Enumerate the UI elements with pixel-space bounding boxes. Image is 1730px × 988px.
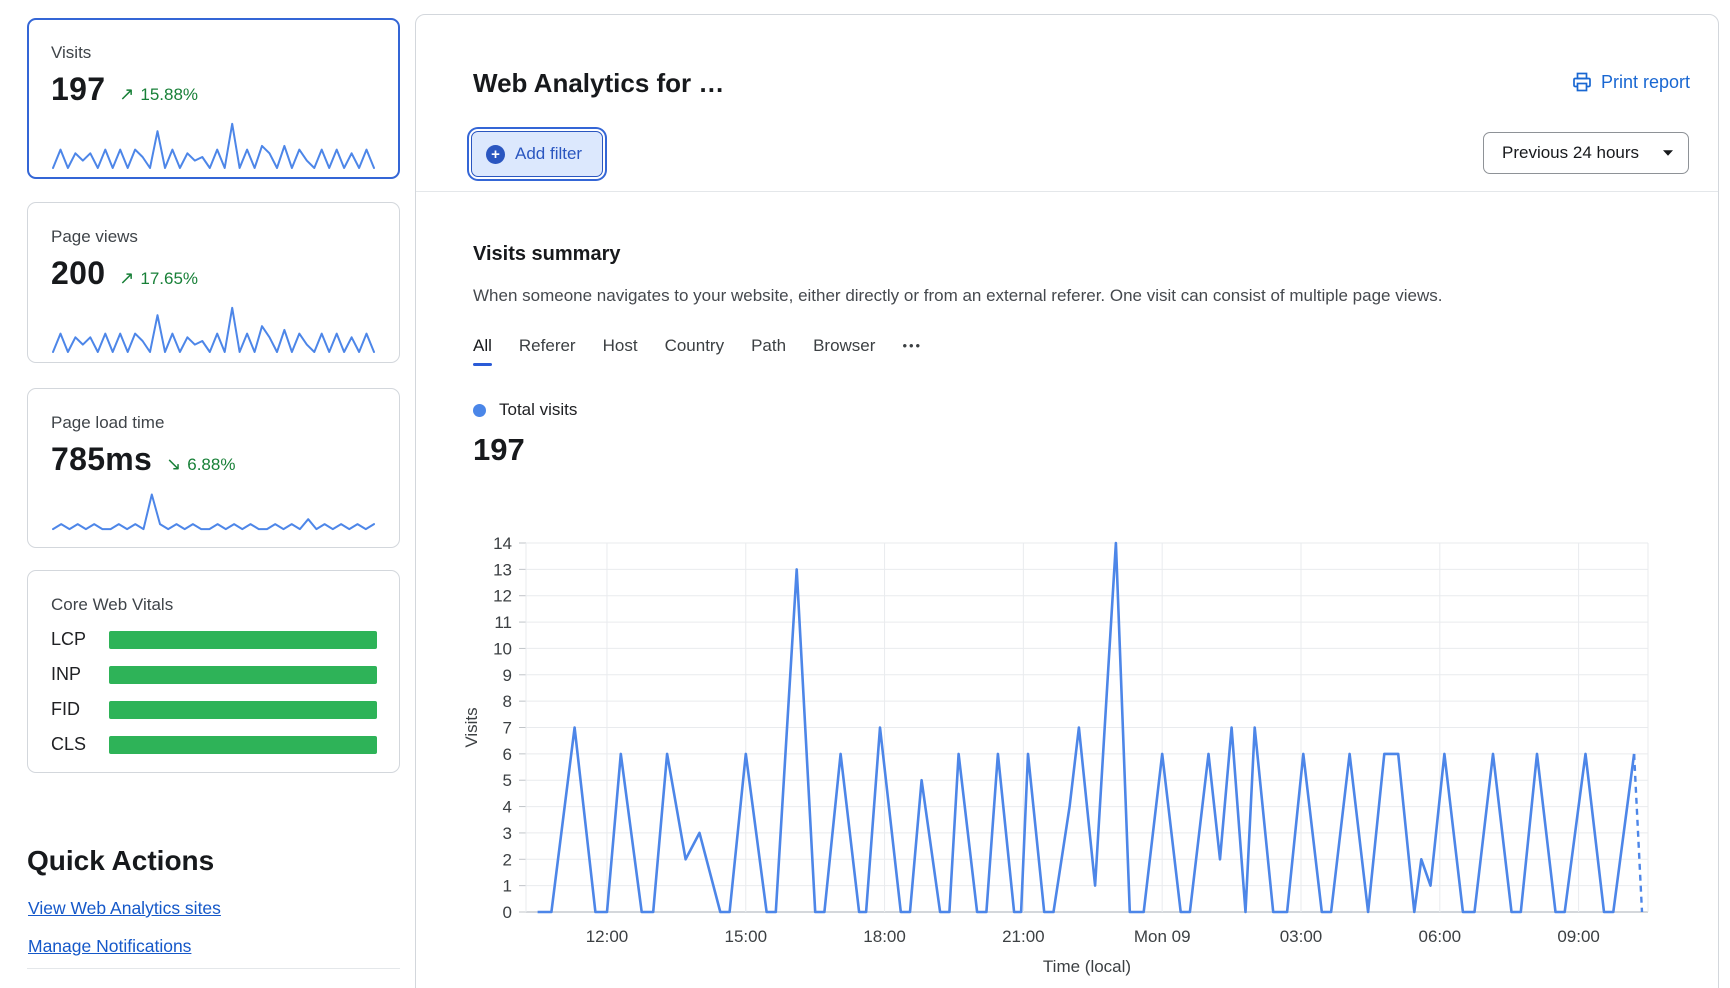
print-report-link[interactable]: Print report	[1571, 71, 1690, 93]
printer-icon	[1571, 71, 1593, 93]
svg-text:2: 2	[503, 850, 512, 869]
metric-label: Page load time	[51, 413, 377, 433]
metric-trend: ↘ 6.88%	[166, 454, 235, 475]
tab-country[interactable]: Country	[665, 336, 725, 366]
print-report-label: Print report	[1601, 72, 1690, 93]
core-web-vitals-title: Core Web Vitals	[51, 595, 377, 615]
svg-text:6: 6	[503, 745, 512, 764]
sidebar-divider	[27, 968, 400, 969]
metric-card-visits[interactable]: Visits 197 ↗ 15.88%	[27, 18, 400, 179]
chevron-down-icon	[1662, 149, 1674, 157]
panel-header: Web Analytics for … Print report + Add f…	[416, 15, 1718, 191]
cwv-status-bar	[109, 631, 377, 649]
total-visits-legend-dot	[473, 404, 486, 417]
dimension-tabs: All Referer Host Country Path Browser ••…	[473, 336, 1673, 366]
svg-text:0: 0	[503, 903, 512, 922]
svg-text:Mon 09: Mon 09	[1134, 927, 1191, 946]
svg-text:Visits: Visits	[462, 707, 481, 747]
svg-text:3: 3	[503, 824, 512, 843]
svg-text:4: 4	[503, 798, 512, 817]
tab-browser[interactable]: Browser	[813, 336, 875, 366]
trend-value: 17.65%	[140, 269, 198, 289]
svg-text:21:00: 21:00	[1002, 927, 1045, 946]
cwv-metric-label: CLS	[51, 734, 109, 755]
time-range-dropdown[interactable]: Previous 24 hours	[1483, 132, 1689, 174]
svg-text:14: 14	[493, 534, 512, 553]
metric-card-page-load-time[interactable]: Page load time 785ms ↘ 6.88%	[27, 388, 400, 548]
svg-text:12:00: 12:00	[586, 927, 629, 946]
metric-value: 785ms	[51, 441, 152, 478]
trend-up-icon: ↗	[119, 84, 134, 105]
tab-path[interactable]: Path	[751, 336, 786, 366]
metric-card-page-views[interactable]: Page views 200 ↗ 17.65%	[27, 202, 400, 363]
total-visits-legend-label: Total visits	[499, 400, 577, 420]
svg-text:8: 8	[503, 692, 512, 711]
metric-label: Visits	[51, 43, 377, 63]
cwv-metric-label: INP	[51, 664, 109, 685]
core-web-vitals-card[interactable]: Core Web Vitals LCP INP FID CLS	[27, 570, 400, 773]
metric-value: 200	[51, 255, 105, 292]
add-filter-button[interactable]: + Add filter	[471, 131, 603, 177]
visits-line-chart: 0123456789101112131412:0015:0018:0021:00…	[421, 515, 1691, 988]
page-load-sparkline-chart	[51, 488, 376, 536]
chart-legend: Total visits	[473, 400, 1673, 420]
svg-text:10: 10	[493, 639, 512, 658]
quick-actions-title: Quick Actions	[27, 845, 400, 877]
svg-text:9: 9	[503, 666, 512, 685]
time-range-label: Previous 24 hours	[1502, 143, 1639, 163]
trend-value: 15.88%	[140, 85, 198, 105]
add-filter-label: Add filter	[515, 144, 582, 164]
svg-text:15:00: 15:00	[724, 927, 767, 946]
svg-text:7: 7	[503, 719, 512, 738]
page-views-sparkline-chart	[51, 302, 376, 354]
svg-text:11: 11	[494, 613, 512, 632]
cwv-status-bar	[109, 701, 377, 719]
trend-value: 6.88%	[187, 455, 235, 475]
header-divider	[416, 191, 1718, 192]
svg-text:5: 5	[503, 771, 512, 790]
tab-all[interactable]: All	[473, 336, 492, 366]
cwv-row: INP	[51, 664, 377, 685]
plus-icon: +	[486, 145, 505, 164]
metric-value: 197	[51, 71, 105, 108]
svg-text:06:00: 06:00	[1419, 927, 1462, 946]
cwv-row: FID	[51, 699, 377, 720]
svg-text:12: 12	[493, 587, 512, 606]
visits-sparkline-chart	[51, 118, 376, 170]
metric-trend: ↗ 17.65%	[119, 268, 198, 289]
trend-down-icon: ↘	[166, 454, 181, 475]
svg-text:1: 1	[503, 877, 512, 896]
cwv-status-bar	[109, 736, 377, 754]
metric-label: Page views	[51, 227, 377, 247]
web-analytics-page: Visits 197 ↗ 15.88% Page views 200 ↗ 17.…	[0, 0, 1730, 988]
cwv-row: LCP	[51, 629, 377, 650]
svg-text:Time (local): Time (local)	[1043, 957, 1131, 976]
svg-text:09:00: 09:00	[1557, 927, 1600, 946]
visits-summary-section: Visits summary When someone navigates to…	[473, 225, 1673, 468]
tab-referer[interactable]: Referer	[519, 336, 576, 366]
svg-text:03:00: 03:00	[1280, 927, 1323, 946]
manage-notifications-link[interactable]: Manage Notifications	[28, 936, 191, 957]
visits-summary-title: Visits summary	[473, 243, 1673, 266]
visits-summary-description: When someone navigates to your website, …	[473, 286, 1673, 306]
metric-trend: ↗ 15.88%	[119, 84, 198, 105]
total-visits-value: 197	[473, 432, 1673, 468]
tab-host[interactable]: Host	[603, 336, 638, 366]
trend-up-icon: ↗	[119, 268, 134, 289]
view-web-analytics-sites-link[interactable]: View Web Analytics sites	[28, 898, 221, 919]
cwv-metric-label: LCP	[51, 629, 109, 650]
cwv-row: CLS	[51, 734, 377, 755]
cwv-metric-label: FID	[51, 699, 109, 720]
svg-text:13: 13	[493, 560, 512, 579]
visits-chart-container: 0123456789101112131412:0015:0018:0021:00…	[421, 515, 1691, 988]
cwv-status-bar	[109, 666, 377, 684]
tab-more[interactable]: •••	[902, 338, 922, 365]
web-analytics-panel: Web Analytics for … Print report + Add f…	[415, 14, 1719, 988]
svg-text:18:00: 18:00	[863, 927, 906, 946]
page-title: Web Analytics for …	[473, 68, 724, 99]
